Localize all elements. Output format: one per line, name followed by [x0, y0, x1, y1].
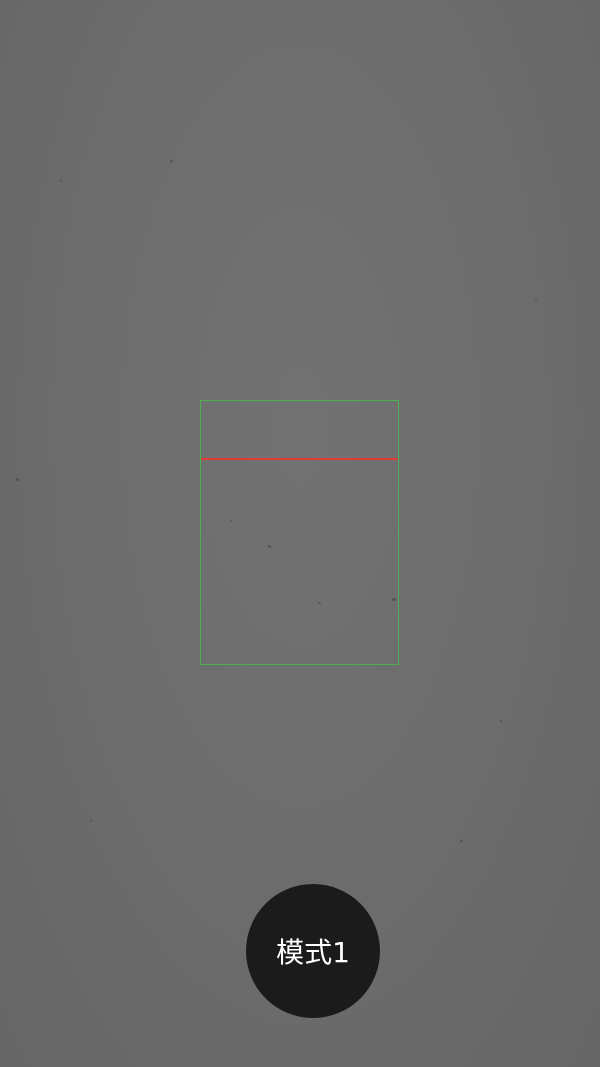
scan-frame	[200, 400, 399, 665]
surface-speck	[60, 180, 62, 182]
surface-speck	[16, 478, 19, 481]
surface-speck	[90, 820, 92, 822]
mode-toggle-button[interactable]: 模式1	[246, 884, 380, 1018]
mode-button-label: 模式1	[276, 936, 350, 969]
surface-speck	[460, 840, 463, 842]
surface-speck	[535, 300, 537, 302]
scan-line	[201, 458, 398, 460]
surface-speck	[500, 720, 502, 722]
surface-speck	[170, 160, 173, 162]
camera-preview: 模式1	[0, 0, 600, 1067]
